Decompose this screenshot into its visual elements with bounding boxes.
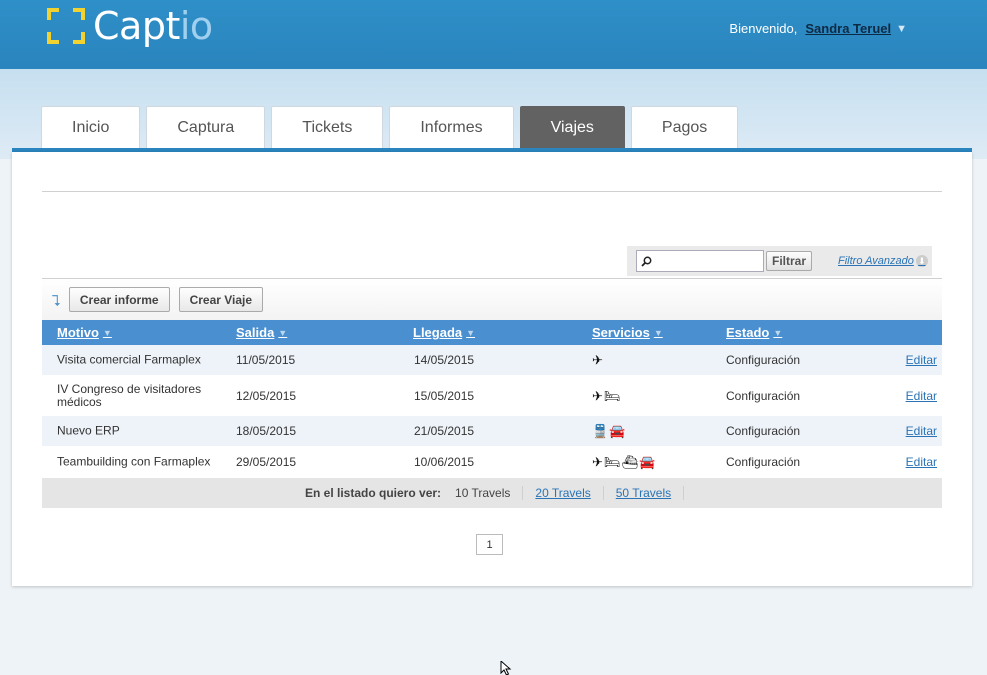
search-icon <box>641 256 652 267</box>
cell-servicios: ✈ <box>592 354 603 367</box>
welcome-label: Bienvenido, <box>729 21 798 36</box>
tab-pagos[interactable]: Pagos <box>630 106 739 148</box>
tab-informes[interactable]: Informes <box>389 106 514 148</box>
header: Captio Bienvenido, Sandra Teruel ▼ <box>0 0 987 69</box>
cell-servicios: ✈ 🛏 <box>592 389 620 402</box>
advanced-filter-label: Filtro Avanzado <box>838 255 914 267</box>
sort-icon: ▼ <box>653 327 663 338</box>
table-header: Motivo ▼ Salida ▼ Llegada ▼ Servicios ▼ Esta… <box>42 320 942 345</box>
page-size-20[interactable]: 20 Travels <box>523 486 604 500</box>
edit-link[interactable]: Editar <box>906 389 937 403</box>
search-area: Filtrar Filtro Avanzado ⬇ <box>627 246 932 276</box>
cell-llegada: 14/05/2015 <box>414 353 475 367</box>
edit-link[interactable]: Editar <box>906 455 937 469</box>
car-icon: 🚘 <box>638 454 656 470</box>
cell-llegada: 21/05/2015 <box>414 424 475 438</box>
page-number-button[interactable]: 1 <box>476 534 503 555</box>
sort-icon: ▼ <box>466 327 476 338</box>
content-panel: Filtrar Filtro Avanzado ⬇ ⮧ Crear inform… <box>12 152 972 586</box>
cell-salida: 12/05/2015 <box>236 388 297 403</box>
logo-mark-icon <box>45 5 87 47</box>
cell-estado: Configuración <box>726 353 801 367</box>
filter-button[interactable]: Filtrar <box>766 251 813 271</box>
tab-inicio[interactable]: Inicio <box>41 106 141 148</box>
car-icon: 🚘 <box>609 423 626 439</box>
main-tabs: Inicio Captura Tickets Informes Viajes P… <box>41 106 739 148</box>
cell-estado: Configuración <box>726 455 801 469</box>
plane-icon: ✈ <box>592 454 603 470</box>
welcome-area: Bienvenido, Sandra Teruel ▼ <box>729 21 907 36</box>
cell-estado: Configuración <box>726 424 801 438</box>
cell-salida: 18/05/2015 <box>236 424 297 438</box>
sort-icon: ▼ <box>278 327 288 338</box>
plane-icon: ✈ <box>592 352 603 368</box>
tab-tickets[interactable]: Tickets <box>271 106 384 148</box>
toolbar: ⮧ Crear informe Crear Viaje <box>42 278 942 320</box>
column-servicios[interactable]: Servicios ▼ <box>592 325 663 340</box>
captio-logo[interactable]: Captio <box>45 4 213 48</box>
divider <box>42 191 942 192</box>
ship-icon: ⛴ <box>621 454 638 470</box>
arrow-down-icon: ⮧ <box>52 293 61 310</box>
hotel-icon: 🛏 <box>603 454 621 470</box>
table-row[interactable]: IV Congreso de visitadores médicos 12/05… <box>42 376 942 416</box>
chevron-down-icon[interactable]: ▼ <box>896 23 907 35</box>
column-estado[interactable]: Estado ▼ <box>726 325 782 340</box>
column-motivo[interactable]: Motivo ▼ <box>57 325 112 340</box>
page-size-50[interactable]: 50 Travels <box>604 486 685 500</box>
cell-servicios: ✈ 🛏 ⛴ 🚘 <box>592 456 655 469</box>
expand-down-icon: ⬇ <box>915 255 928 267</box>
logo-text: Captio <box>93 4 213 48</box>
tab-viajes[interactable]: Viajes <box>519 106 625 148</box>
create-report-button[interactable]: Crear informe <box>68 287 170 312</box>
create-trip-button[interactable]: Crear Viaje <box>178 287 264 312</box>
column-llegada[interactable]: Llegada ▼ <box>413 325 475 340</box>
cell-motivo: Nuevo ERP <box>57 423 120 438</box>
cell-motivo: Visita comercial Farmaplex <box>57 352 201 367</box>
advanced-filter-link[interactable]: Filtro Avanzado ⬇ <box>838 255 928 267</box>
mouse-cursor-icon <box>500 661 512 675</box>
cell-motivo: IV Congreso de visitadores médicos <box>57 381 202 409</box>
search-input[interactable] <box>636 250 764 272</box>
plane-icon: ✈ <box>592 388 603 403</box>
table-row[interactable]: Nuevo ERP 18/05/2015 21/05/2015 🚆 🚘 Conf… <box>42 416 942 447</box>
table-row[interactable]: Visita comercial Farmaplex 11/05/2015 14… <box>42 345 942 376</box>
cell-estado: Configuración <box>726 388 801 403</box>
page-size-10: 10 Travels <box>455 486 524 500</box>
cell-llegada: 10/06/2015 <box>414 455 475 469</box>
train-icon: 🚆 <box>592 423 609 439</box>
cell-servicios: 🚆 🚘 <box>592 425 625 438</box>
hotel-icon: 🛏 <box>603 388 621 403</box>
cell-motivo: Teambuilding con Farmaplex <box>57 454 211 469</box>
tab-captura[interactable]: Captura <box>146 106 266 148</box>
table-row[interactable]: Teambuilding con Farmaplex 29/05/2015 10… <box>42 447 942 478</box>
edit-link[interactable]: Editar <box>906 353 937 367</box>
cell-llegada: 15/05/2015 <box>414 388 475 403</box>
column-salida[interactable]: Salida ▼ <box>236 325 287 340</box>
cell-salida: 11/05/2015 <box>236 353 296 367</box>
cell-salida: 29/05/2015 <box>236 455 297 469</box>
edit-link[interactable]: Editar <box>906 424 937 438</box>
sort-icon: ▼ <box>102 327 112 338</box>
user-menu-link[interactable]: Sandra Teruel <box>805 21 891 36</box>
trips-table: Motivo ▼ Salida ▼ Llegada ▼ Servicios ▼ Esta… <box>42 320 942 478</box>
page-size-label: En el listado quiero ver: <box>305 486 442 500</box>
sort-icon: ▼ <box>773 327 783 338</box>
page-size-bar: En el listado quiero ver: 10 Travels 20 … <box>42 478 942 508</box>
